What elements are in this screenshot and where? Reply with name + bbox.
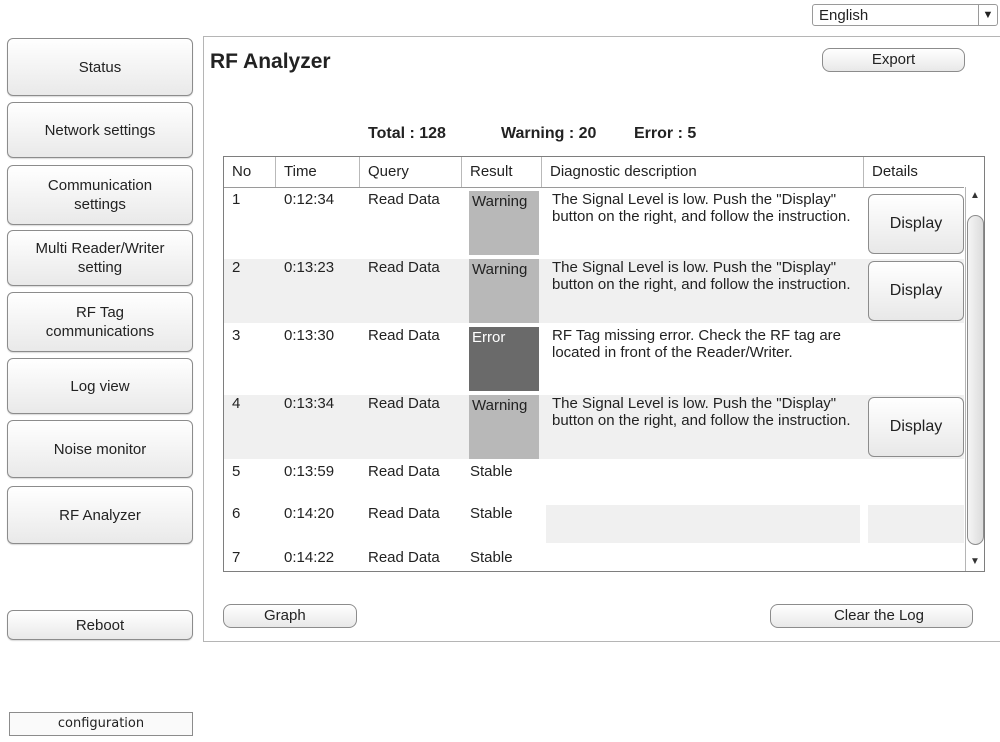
row-description: RF Tag missing error. Check the RF tag a… <box>552 327 841 361</box>
summary-total: Total : 128 <box>368 125 446 142</box>
row-time: 0:13:34 <box>284 395 335 412</box>
chevron-down-icon[interactable]: ▼ <box>978 5 997 25</box>
graph-label: Graph <box>264 607 306 624</box>
sidebar-item-label: Communication settings <box>47 177 153 213</box>
table-row: 2 0:13:23 Read Data Warning The Signal L… <box>224 259 964 323</box>
reboot-button[interactable]: Reboot <box>7 610 193 640</box>
result-stable: Stable <box>470 505 513 522</box>
row-time: 0:13:30 <box>284 327 335 344</box>
sidebar-item-label: RF Tag communications <box>45 304 155 340</box>
row-description: The Signal Level is low. Push the "Displ… <box>552 259 851 293</box>
row-query: Read Data <box>368 549 440 566</box>
log-table: No Time Query Result Diagnostic descript… <box>223 156 985 572</box>
row-time: 0:14:22 <box>284 549 335 566</box>
result-warning-badge: Warning <box>469 395 539 459</box>
scroll-up-arrow-icon[interactable]: ▲ <box>966 187 984 205</box>
sidebar-item-multi-reader-writer[interactable]: Multi Reader/Writer setting <box>7 230 193 286</box>
reboot-label: Reboot <box>75 616 125 634</box>
configuration-label: configuration <box>9 712 193 736</box>
table-row: 5 0:13:59 Read Data Stable <box>224 463 964 501</box>
column-header-no: No <box>224 157 276 187</box>
row-description: The Signal Level is low. Push the "Displ… <box>552 395 851 429</box>
row-time: 0:12:34 <box>284 191 335 208</box>
row-time: 0:14:20 <box>284 505 335 522</box>
row-time: 0:13:23 <box>284 259 335 276</box>
summary-error: Error : 5 <box>634 125 697 142</box>
display-button[interactable]: Display <box>868 397 964 457</box>
scroll-thumb[interactable] <box>967 215 984 545</box>
row-query: Read Data <box>368 259 440 276</box>
result-error-badge: Error <box>469 327 539 391</box>
export-label: Export <box>871 51 916 68</box>
row-description: The Signal Level is low. Push the "Displ… <box>552 191 851 225</box>
export-button[interactable]: Export <box>822 48 965 72</box>
result-stable: Stable <box>470 549 513 566</box>
sidebar-item-noise-monitor[interactable]: Noise monitor <box>7 420 193 478</box>
row-no: 2 <box>232 259 241 276</box>
sidebar-item-rf-analyzer[interactable]: RF Analyzer <box>7 486 193 544</box>
result-stable: Stable <box>470 463 513 480</box>
language-select[interactable]: English ▼ <box>812 4 998 26</box>
display-button[interactable]: Display <box>868 261 964 321</box>
table-row: 1 0:12:34 Read Data Warning The Signal L… <box>224 191 964 255</box>
sidebar-item-label: Log view <box>70 377 130 395</box>
table-header: No Time Query Result Diagnostic descript… <box>224 157 964 188</box>
table-row: 6 0:14:20 Read Data Stable <box>224 505 964 543</box>
result-warning-badge: Warning <box>469 191 539 255</box>
row-no: 3 <box>232 327 241 344</box>
sidebar-item-log-view[interactable]: Log view <box>7 358 193 414</box>
table-row: 7 0:14:22 Read Data Stable <box>224 549 964 571</box>
display-button[interactable]: Display <box>868 194 964 254</box>
sidebar-item-label: Status <box>78 58 122 76</box>
row-query: Read Data <box>368 395 440 412</box>
row-query: Read Data <box>368 191 440 208</box>
sidebar-item-rf-tag-communications[interactable]: RF Tag communications <box>7 292 193 352</box>
row-query: Read Data <box>368 463 440 480</box>
row-query: Read Data <box>368 505 440 522</box>
column-header-result: Result <box>462 157 542 187</box>
column-header-query: Query <box>360 157 462 187</box>
row-description <box>546 505 860 543</box>
column-header-time: Time <box>276 157 360 187</box>
row-time: 0:13:59 <box>284 463 335 480</box>
result-warning-badge: Warning <box>469 259 539 323</box>
row-no: 5 <box>232 463 241 480</box>
language-select-value: English <box>819 7 869 24</box>
sidebar-item-label: RF Analyzer <box>59 506 141 524</box>
row-no: 7 <box>232 549 241 566</box>
sidebar-item-label: Multi Reader/Writer setting <box>35 240 165 276</box>
row-no: 4 <box>232 395 241 412</box>
sidebar-item-label: Network settings <box>44 121 156 139</box>
column-header-details: Details <box>872 163 918 180</box>
sidebar-item-status[interactable]: Status <box>7 38 193 96</box>
sidebar-item-communication-settings[interactable]: Communication settings <box>7 165 193 225</box>
table-scrollbar[interactable]: ▲ ▼ <box>965 187 984 571</box>
clear-log-button[interactable]: Clear the Log <box>770 604 973 628</box>
graph-button[interactable]: Graph <box>223 604 357 628</box>
sidebar-item-label: Noise monitor <box>53 440 147 458</box>
row-query: Read Data <box>368 327 440 344</box>
summary-warning: Warning : 20 <box>501 125 597 142</box>
row-no: 6 <box>232 505 241 522</box>
column-header-description: Diagnostic description <box>542 157 864 187</box>
page-title: RF Analyzer <box>210 50 331 73</box>
row-details <box>868 505 964 543</box>
scroll-down-arrow-icon[interactable]: ▼ <box>966 553 984 571</box>
sidebar-item-network-settings[interactable]: Network settings <box>7 102 193 158</box>
table-row: 4 0:13:34 Read Data Warning The Signal L… <box>224 395 964 459</box>
clear-log-label: Clear the Log <box>833 607 924 624</box>
table-row: 3 0:13:30 Read Data Error RF Tag missing… <box>224 327 964 391</box>
row-no: 1 <box>232 191 241 208</box>
